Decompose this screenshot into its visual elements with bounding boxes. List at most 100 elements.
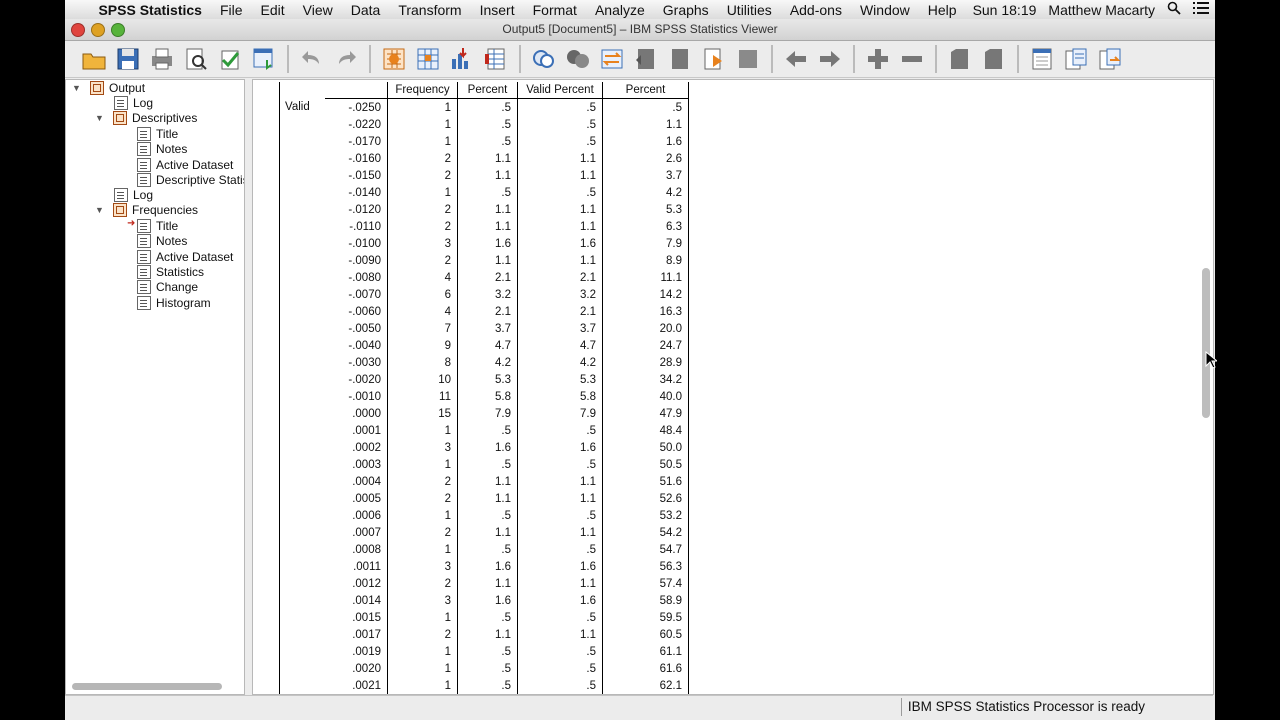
tree-item-descriptives[interactable]: ▼ Descriptives: [95, 110, 197, 125]
export-icon[interactable]: [215, 44, 245, 74]
table-row[interactable]: .0005 2 1.1 1.1 52.6: [279, 490, 689, 507]
tree-item-output[interactable]: ▼ Output: [72, 80, 145, 95]
table-row[interactable]: -.0120 2 1.1 1.1 5.3: [279, 201, 689, 218]
table-row[interactable]: -.0030 8 4.2 4.2 28.9: [279, 354, 689, 371]
expand-triangle-icon[interactable]: ▼: [72, 83, 82, 93]
table-row[interactable]: .0012 2 1.1 1.1 57.4: [279, 575, 689, 592]
tree-item-descriptive-statistics[interactable]: Descriptive Statis: [137, 172, 244, 187]
recall-dialog-icon[interactable]: [249, 44, 279, 74]
insert-title-icon[interactable]: [1061, 44, 1091, 74]
hide-icon[interactable]: [979, 44, 1009, 74]
table-row[interactable]: -.0080 4 2.1 2.1 11.1: [279, 269, 689, 286]
open-folder-icon[interactable]: [79, 44, 109, 74]
designate-window-icon[interactable]: [563, 44, 593, 74]
table-row[interactable]: -.0070 6 3.2 3.2 14.2: [279, 286, 689, 303]
swap-icon[interactable]: [597, 44, 627, 74]
tree-item-title[interactable]: Title: [137, 126, 178, 141]
table-row[interactable]: .0019 1.5.5 61.1: [279, 643, 689, 660]
table-row[interactable]: -.0150 2 1.1 1.1 3.7: [279, 167, 689, 184]
menu-app-name[interactable]: SPSS Statistics: [98, 2, 212, 18]
table-row[interactable]: -.0140 1.5.5 4.2: [279, 184, 689, 201]
menu-window[interactable]: Window: [852, 2, 920, 18]
table-row[interactable]: -.0100 3 1.6 1.6 7.9: [279, 235, 689, 252]
table-row[interactable]: -.0110 2 1.1 1.1 6.3: [279, 218, 689, 235]
run-script-icon[interactable]: [699, 44, 729, 74]
goto-case-icon[interactable]: [413, 44, 443, 74]
tree-item-notes[interactable]: Notes: [137, 233, 187, 248]
menu-edit[interactable]: Edit: [253, 2, 295, 18]
table-row[interactable]: -.0050 7 3.7 3.7 20.0: [279, 320, 689, 337]
show-icon[interactable]: [945, 44, 975, 74]
save-disk-icon[interactable]: [113, 44, 143, 74]
table-row[interactable]: -.0020 10 5.3 5.3 34.2: [279, 371, 689, 388]
outline-pane[interactable]: ▼ Output Log ▼ Descriptives Title Notes …: [65, 79, 245, 695]
menu-analyze[interactable]: Analyze: [587, 2, 655, 18]
table-row[interactable]: .0000 15 7.9 7.9 47.9: [279, 405, 689, 422]
table-row[interactable]: .0014 3 1.6 1.6 58.9: [279, 592, 689, 609]
expand-triangle-icon[interactable]: ▼: [95, 113, 105, 123]
stop-icon[interactable]: [733, 44, 763, 74]
goto-data-icon[interactable]: [379, 44, 409, 74]
minimize-window-button[interactable]: [91, 23, 105, 37]
table-row[interactable]: -.0090 2 1.1 1.1 8.9: [279, 252, 689, 269]
output-content-pane[interactable]: Frequency Percent Valid Percent Percent …: [252, 79, 1214, 695]
zoom-window-button[interactable]: [111, 23, 125, 37]
table-row[interactable]: .0004 2 1.1 1.1 51.6: [279, 473, 689, 490]
insert-text-icon[interactable]: [1095, 44, 1125, 74]
chart-builder-icon[interactable]: [529, 44, 559, 74]
scrollbar-thumb[interactable]: [1202, 268, 1210, 418]
close-window-button[interactable]: [71, 23, 85, 37]
outline-horizontal-scrollbar[interactable]: [72, 683, 222, 690]
table-row[interactable]: .0020 1.5.5 61.6: [279, 660, 689, 677]
menubar-clock[interactable]: Sun 18:19: [967, 2, 1043, 18]
undo-icon[interactable]: [297, 44, 327, 74]
insert-heading-icon[interactable]: [1027, 44, 1057, 74]
table-row[interactable]: .0011 3 1.6 1.6 56.3: [279, 558, 689, 575]
tree-item-log[interactable]: Log: [114, 95, 153, 110]
menu-utilities[interactable]: Utilities: [719, 2, 782, 18]
tree-item-log[interactable]: Log: [114, 187, 153, 202]
demote-icon[interactable]: [665, 44, 695, 74]
print-icon[interactable]: [147, 44, 177, 74]
tree-item-notes[interactable]: Notes: [137, 141, 187, 156]
menu-help[interactable]: Help: [920, 2, 967, 18]
table-row[interactable]: -.0220 1.5.5 1.1: [279, 116, 689, 133]
tree-item-change[interactable]: Change: [137, 279, 198, 294]
table-row[interactable]: .0021 1.5.5 62.1: [279, 677, 689, 694]
table-row[interactable]: .0007 2 1.1 1.1 54.2: [279, 524, 689, 541]
tree-item-histogram[interactable]: Histogram: [137, 295, 211, 310]
menu-transform[interactable]: Transform: [390, 2, 471, 18]
list-menu-icon[interactable]: [1187, 1, 1215, 18]
menu-data[interactable]: Data: [343, 2, 391, 18]
table-row[interactable]: .0003 1.5.5 50.5: [279, 456, 689, 473]
table-row[interactable]: .0017 2 1.1 1.1 60.5: [279, 626, 689, 643]
content-vertical-scrollbar[interactable]: [1200, 80, 1211, 694]
frequency-table[interactable]: Frequency Percent Valid Percent Percent …: [279, 82, 689, 694]
tree-item-active-dataset[interactable]: Active Dataset: [137, 157, 233, 172]
data-table-icon[interactable]: [481, 44, 511, 74]
expand-plus-icon[interactable]: [863, 44, 893, 74]
table-row[interactable]: -.0160 2 1.1 1.1 2.6: [279, 150, 689, 167]
collapse-minus-icon[interactable]: [897, 44, 927, 74]
table-row[interactable]: .0015 1.5.5 59.5: [279, 609, 689, 626]
table-row[interactable]: .0002 3 1.6 1.6 50.0: [279, 439, 689, 456]
menu-file[interactable]: File: [212, 2, 253, 18]
menubar-user[interactable]: Matthew Macarty: [1042, 2, 1161, 18]
table-row[interactable]: -.0060 4 2.1 2.1 16.3: [279, 303, 689, 320]
table-row[interactable]: -.0040 9 4.7 4.7 24.7: [279, 337, 689, 354]
menu-insert[interactable]: Insert: [472, 2, 525, 18]
table-row[interactable]: .0006 1.5.5 53.2: [279, 507, 689, 524]
promote-icon[interactable]: [631, 44, 661, 74]
menu-view[interactable]: View: [295, 2, 343, 18]
menu-graphs[interactable]: Graphs: [655, 2, 719, 18]
table-row[interactable]: .0001 1.5.5 48.4: [279, 422, 689, 439]
table-row[interactable]: .0008 1.5.5 54.7: [279, 541, 689, 558]
variables-icon[interactable]: [447, 44, 477, 74]
spotlight-search-icon[interactable]: [1161, 1, 1187, 18]
table-row[interactable]: Valid -.0250 1.5.5.5: [279, 98, 689, 116]
menu-addons[interactable]: Add-ons: [782, 2, 852, 18]
table-row[interactable]: -.0010 11 5.8 5.8 40.0: [279, 388, 689, 405]
table-row[interactable]: -.0170 1.5.5 1.6: [279, 133, 689, 150]
tree-item-statistics[interactable]: Statistics: [137, 264, 204, 279]
print-preview-icon[interactable]: [181, 44, 211, 74]
